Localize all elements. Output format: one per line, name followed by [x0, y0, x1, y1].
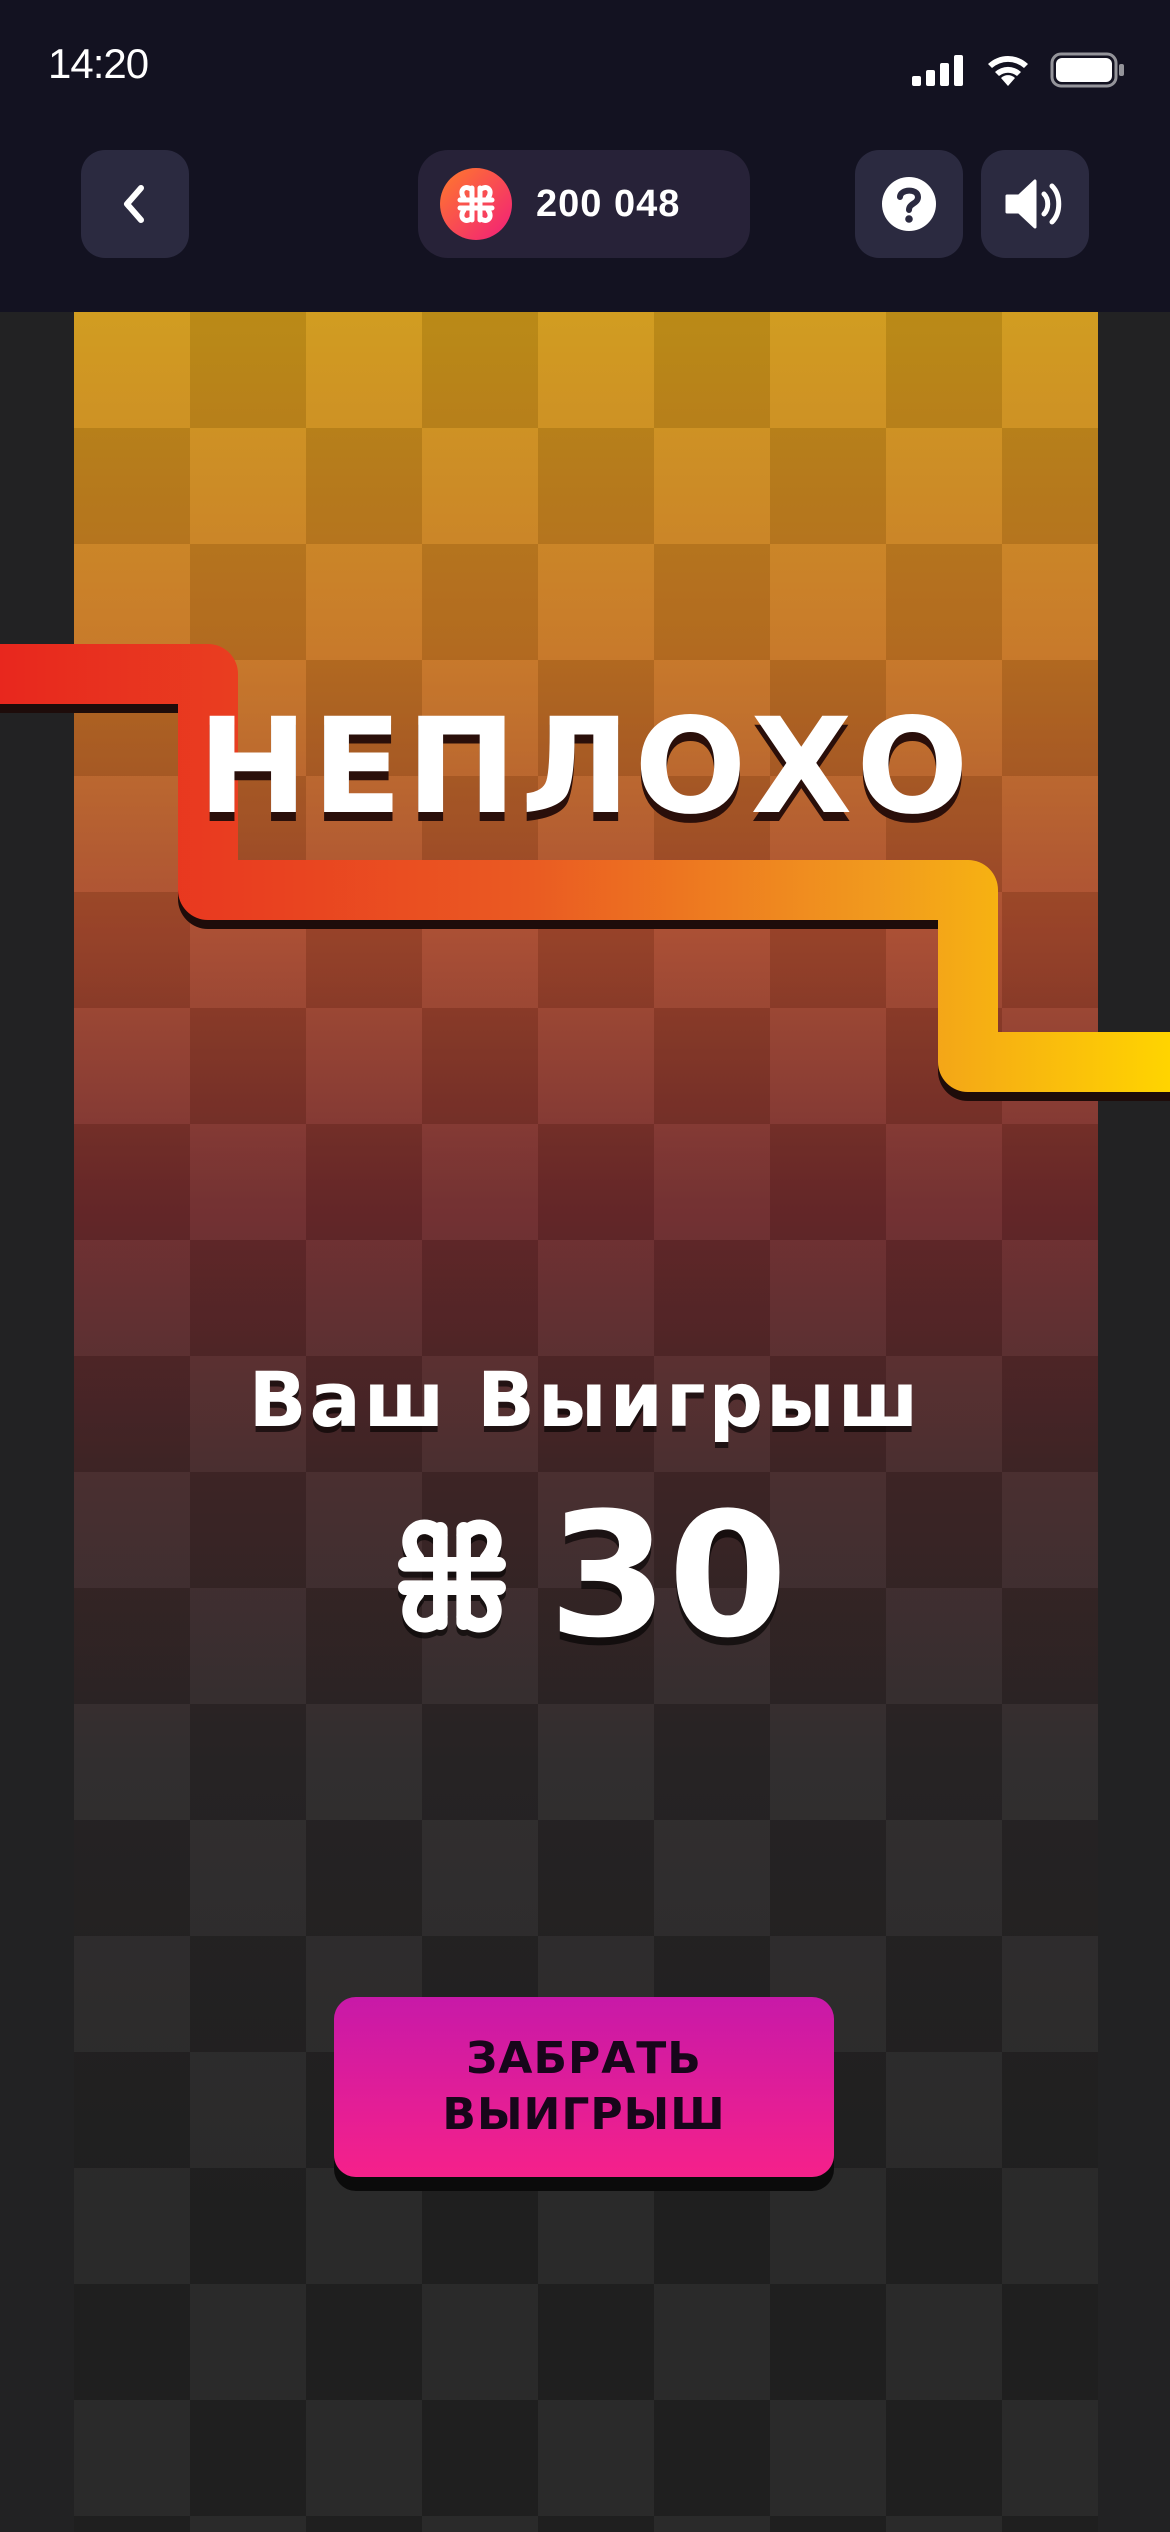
back-button[interactable]	[81, 150, 189, 258]
win-amount-value: 30	[548, 1475, 788, 1676]
status-time: 14:20	[48, 40, 149, 87]
sound-button[interactable]	[981, 150, 1089, 258]
coin-symbol-icon	[398, 1519, 507, 1633]
signal-icon	[912, 55, 963, 86]
chevron-left-icon	[124, 185, 144, 223]
balance-display: 200 048	[418, 150, 750, 258]
status-bar: 14:20	[0, 0, 1170, 140]
win-label: Ваш Выигрыш	[248, 1355, 922, 1444]
coin-icon	[440, 168, 512, 240]
status-icons	[912, 52, 1126, 88]
snake-path	[0, 644, 1170, 1101]
top-bar: 200 048	[0, 140, 1170, 312]
win-amount-row: 30	[0, 1490, 1170, 1662]
claim-winnings-button[interactable]: ЗАБРАТЬ ВЫИГРЫШ	[334, 1997, 834, 2177]
wifi-icon	[988, 56, 1028, 86]
question-icon	[882, 177, 936, 231]
help-button[interactable]	[855, 150, 963, 258]
result-title: НЕПЛОХО	[197, 690, 973, 844]
battery-icon	[1050, 52, 1124, 88]
speaker-icon	[1005, 179, 1062, 229]
balance-amount: 200 048	[536, 182, 681, 225]
